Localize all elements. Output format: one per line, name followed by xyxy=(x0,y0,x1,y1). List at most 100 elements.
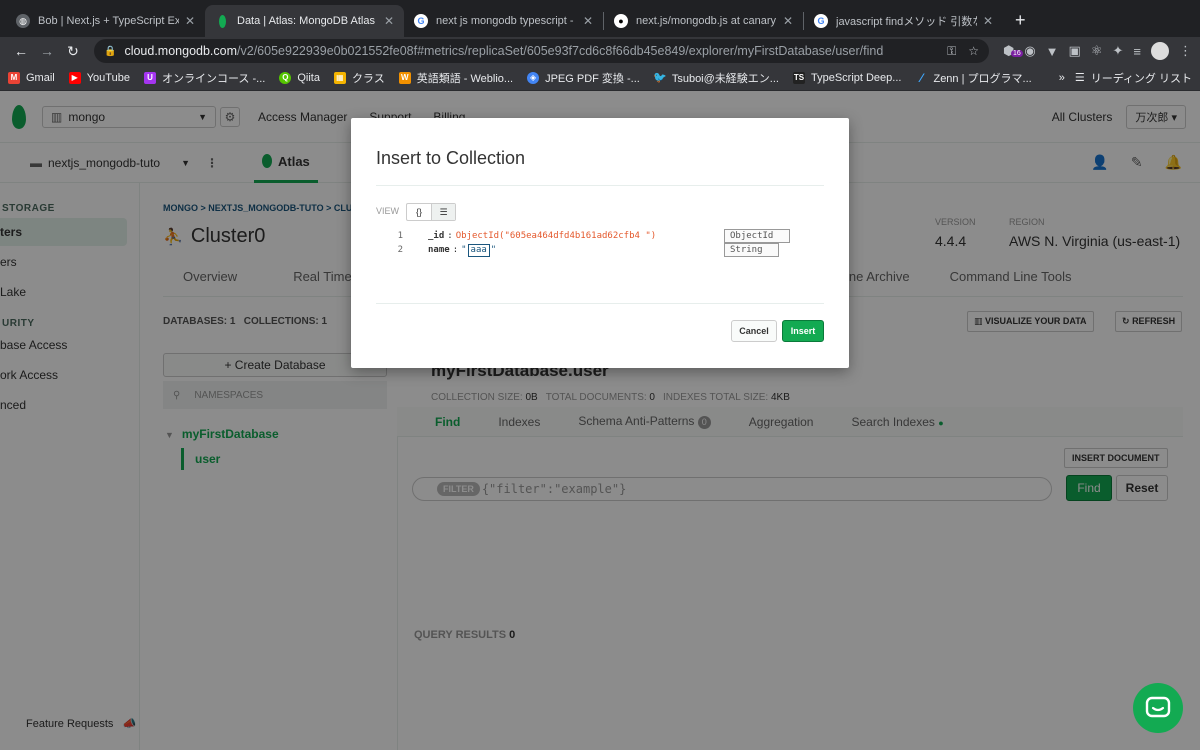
tab-title: Data | Atlas: MongoDB Atlas xyxy=(237,15,375,27)
bookmark-label: クラス xyxy=(351,72,385,85)
vue-devtools-icon[interactable]: ▼ xyxy=(1046,44,1059,59)
insert-button[interactable]: Insert xyxy=(782,320,824,342)
url-path: /v2/605e922939e0b021552fe08f#metrics/rep… xyxy=(237,44,884,58)
browser-tab-1[interactable]: ◍ Bob | Next.js + TypeScript Exar ✕ xyxy=(6,5,205,37)
bookmark-twitter[interactable]: 🐦 Tsuboi@未経験エン... xyxy=(652,70,779,86)
media-queue-icon[interactable]: ≡ xyxy=(1133,44,1141,59)
bookmark-zenn[interactable]: ⁄ Zenn | プログラマ... xyxy=(915,70,1031,86)
json-view-icon[interactable]: {} xyxy=(407,204,431,220)
globe-icon: ◍ xyxy=(16,14,30,28)
tab-title: next.js/mongodb.js at canary xyxy=(636,15,777,27)
modal-title: Insert to Collection xyxy=(376,148,526,168)
extension-badge-count: 16 xyxy=(1010,50,1023,57)
bookmark-label: JPEG PDF 変換 -... xyxy=(545,72,640,85)
field-value-objectid[interactable]: ObjectId("605ea464dfd4b161ad62cfb4 ") xyxy=(456,231,656,241)
bookmark-jpeg-pdf[interactable]: ◈ JPEG PDF 変換 -... xyxy=(527,70,640,86)
typescript-deep-icon: TS xyxy=(792,71,805,84)
document-editor[interactable]: 1 _id : ObjectId("605ea464dfd4b161ad62cf… xyxy=(376,229,656,257)
cancel-button[interactable]: Cancel xyxy=(731,320,777,342)
field-separator: : xyxy=(447,231,453,241)
insert-to-collection-modal: Insert to Collection VIEW {} ☰ 1 _id : O… xyxy=(351,118,849,368)
puzzle-extensions-icon[interactable]: ✦ xyxy=(1113,43,1124,59)
browser-tab-3[interactable]: G next js mongodb typescript - G ✕ xyxy=(404,5,603,37)
bookmark-qiita[interactable]: Q Qiita xyxy=(279,71,320,84)
tab-title: Bob | Next.js + TypeScript Exar xyxy=(38,15,179,27)
bookmark-label: 英語類語 - Weblio... xyxy=(416,72,514,85)
browser-tab-5[interactable]: G javascript findメソッド 引数なし ✕ xyxy=(804,5,1003,37)
github-icon: ● xyxy=(614,14,628,28)
bookmark-label: TypeScript Deep... xyxy=(810,71,902,84)
close-icon[interactable]: ✕ xyxy=(783,14,793,28)
browser-tab-4[interactable]: ● next.js/mongodb.js at canary ✕ xyxy=(604,5,803,37)
extension-badge-icon[interactable]: ⬢ 16 xyxy=(1003,43,1023,59)
bookmark-label: YouTube xyxy=(86,71,130,84)
bookmark-typescript-deep[interactable]: TS TypeScript Deep... xyxy=(792,71,902,84)
bookmark-label: Tsuboi@未経験エン... xyxy=(671,72,779,85)
chat-support-button[interactable] xyxy=(1133,683,1183,733)
bookmark-gmail[interactable]: M Gmail xyxy=(8,71,55,84)
field-key[interactable]: _id xyxy=(428,231,444,241)
weblio-icon: W xyxy=(398,71,411,84)
bookmark-udemy[interactable]: U オンラインコース -... xyxy=(143,70,266,86)
bookmarks-bar: M Gmail ▶ YouTube U オンラインコース -... Q Qiita ▦ ク… xyxy=(0,65,1200,91)
divider xyxy=(376,303,824,304)
browser-tab-2[interactable]: Data | Atlas: MongoDB Atlas ✕ xyxy=(205,5,404,37)
close-icon[interactable]: ✕ xyxy=(384,14,394,28)
react-devtools-icon[interactable]: ⚛ xyxy=(1091,43,1103,59)
editor-line: 1 _id : ObjectId("605ea464dfd4b161ad62cf… xyxy=(376,229,657,243)
extensions-area: ⬢ 16 ◉ ▼ ▣ ⚛ ✦ ≡ ⋮ xyxy=(1003,42,1192,60)
star-icon[interactable]: ☆ xyxy=(968,44,979,59)
profile-avatar[interactable] xyxy=(1151,42,1169,60)
chat-icon xyxy=(1145,696,1171,718)
close-icon[interactable]: ✕ xyxy=(185,14,195,28)
bookmark-weblio[interactable]: W 英語類語 - Weblio... xyxy=(398,70,514,86)
field-key[interactable]: name xyxy=(428,245,450,255)
reload-icon[interactable]: ↻ xyxy=(60,43,86,60)
classroom-icon: ▦ xyxy=(333,71,346,84)
youtube-icon: ▶ xyxy=(68,71,81,84)
quote-close: " xyxy=(490,245,497,255)
lock-icon: 🔒 xyxy=(104,45,117,57)
twitter-icon: 🐦 xyxy=(652,72,667,84)
mongodb-leaf-icon xyxy=(215,14,229,28)
key-icon[interactable]: ⚿ xyxy=(947,44,956,59)
close-icon[interactable]: ✕ xyxy=(983,14,993,28)
zenn-icon: ⁄ xyxy=(920,70,923,85)
field-value-input[interactable]: aaa xyxy=(467,243,490,257)
bookmarks-overflow-button[interactable]: » xyxy=(1059,72,1065,84)
editor-line: 2 name : " aaa " xyxy=(376,243,656,257)
bookmark-class[interactable]: ▦ クラス xyxy=(333,70,385,86)
close-icon[interactable]: ✕ xyxy=(583,14,593,28)
view-label: VIEW xyxy=(376,206,400,216)
gmail-icon: M xyxy=(8,71,20,84)
divider xyxy=(376,185,824,186)
type-select-objectid[interactable]: ObjectId xyxy=(724,229,790,243)
type-select-string[interactable]: String xyxy=(724,243,779,257)
bookmark-label: Zenn | プログラマ... xyxy=(933,72,1032,85)
line-number: 2 xyxy=(397,245,403,255)
browser-tab-strip: ◍ Bob | Next.js + TypeScript Exar ✕ Data… xyxy=(0,0,1200,37)
list-view-icon[interactable]: ☰ xyxy=(431,204,455,220)
line-number: 1 xyxy=(397,231,403,241)
reading-list-label: リーディング リスト xyxy=(1090,72,1192,85)
view-toggle: {} ☰ xyxy=(406,203,456,221)
reading-list-button[interactable]: ☰ リーディング リスト xyxy=(1075,70,1192,86)
google-icon: G xyxy=(814,14,828,28)
udemy-icon: U xyxy=(143,71,156,84)
forward-arrow-icon[interactable]: → xyxy=(34,43,60,59)
circle-extension-icon[interactable]: ◉ xyxy=(1024,43,1035,59)
address-bar[interactable]: 🔒 cloud.mongodb.com /v2/605e922939e0b021… xyxy=(94,39,989,63)
google-icon: G xyxy=(414,14,428,28)
quote-open: " xyxy=(461,245,467,255)
qiita-icon: Q xyxy=(279,71,292,84)
bookmark-label: オンラインコース -... xyxy=(161,72,266,85)
field-separator: : xyxy=(452,245,459,255)
back-arrow-icon[interactable]: ← xyxy=(8,43,34,59)
new-tab-button[interactable]: + xyxy=(1003,10,1038,37)
clipboard-extension-icon[interactable]: ▣ xyxy=(1069,43,1081,59)
chrome-menu-icon[interactable]: ⋮ xyxy=(1179,43,1192,59)
tab-title: javascript findメソッド 引数なし xyxy=(836,16,977,28)
bookmark-youtube[interactable]: ▶ YouTube xyxy=(68,71,130,84)
bookmark-label: Gmail xyxy=(26,71,55,84)
reading-list-icon: ☰ xyxy=(1074,72,1085,84)
